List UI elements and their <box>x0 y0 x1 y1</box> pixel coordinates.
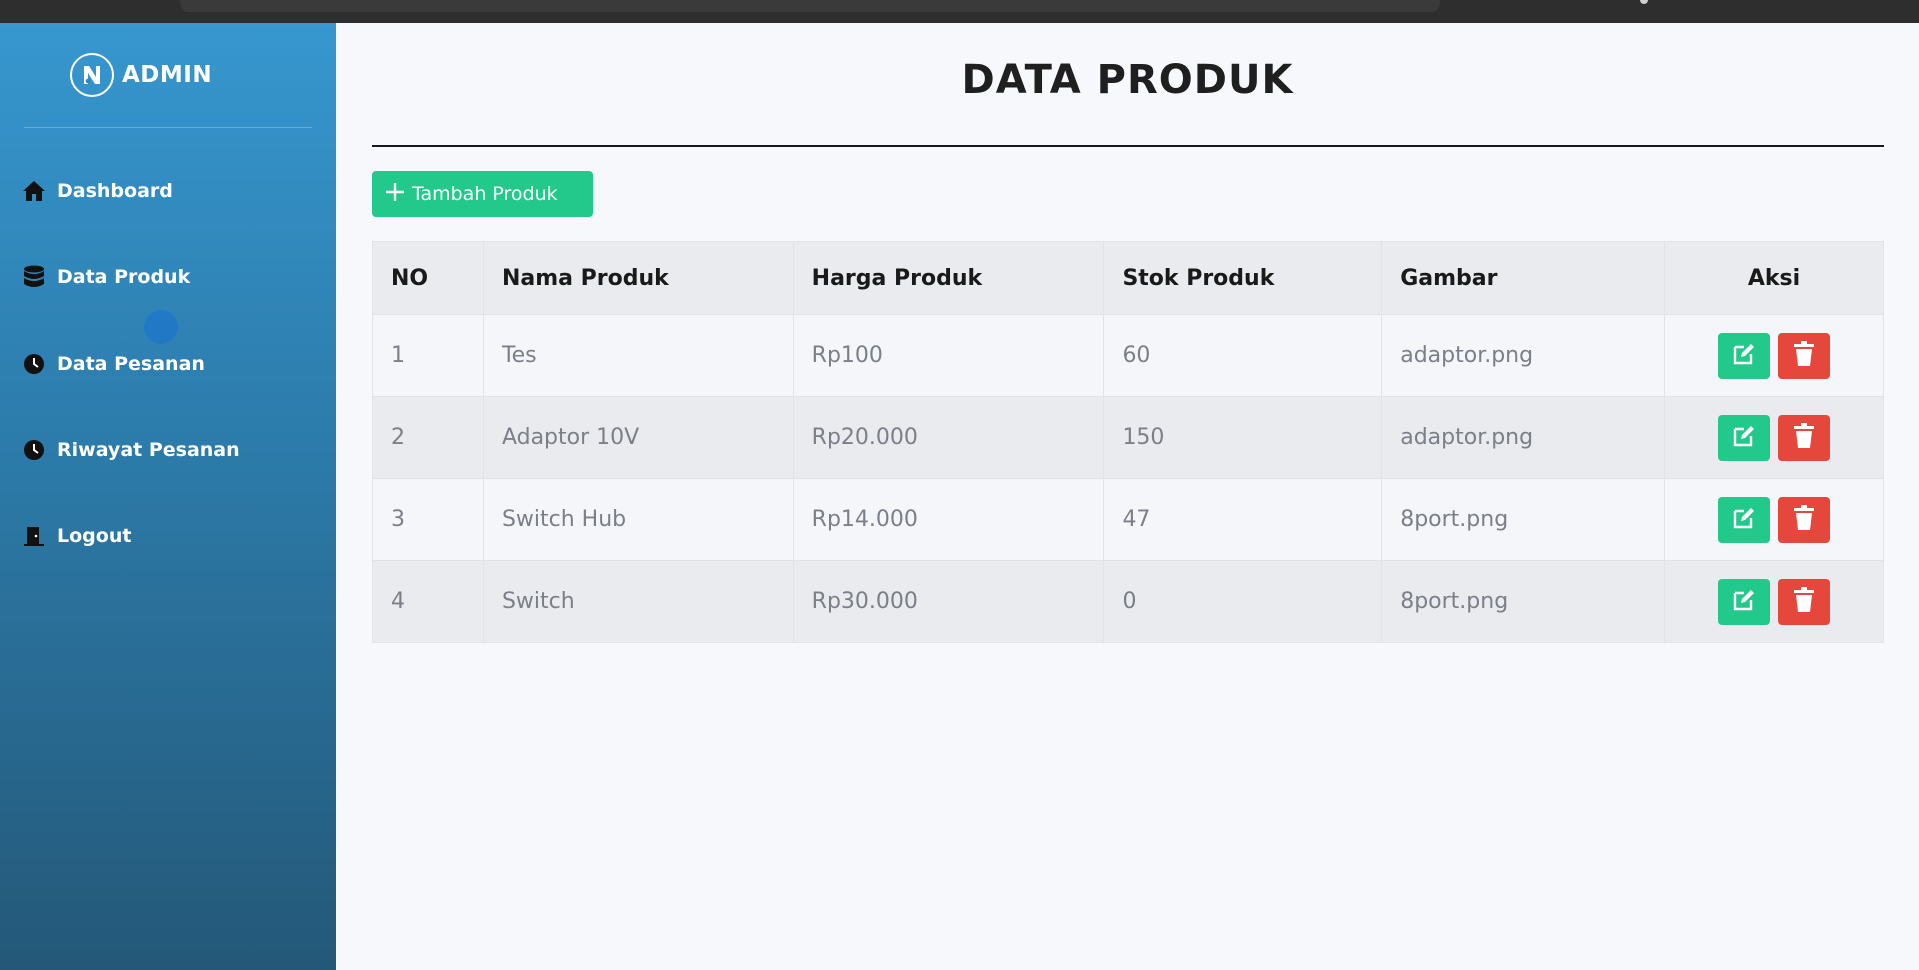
cell-nama-produk: Tes <box>482 314 794 397</box>
table-row: 4 Switch Rp30.000 0 8port.png <box>372 560 1884 643</box>
trash-icon <box>1793 341 1815 370</box>
cell-aksi <box>1664 478 1884 561</box>
sidebar-item-dashboard[interactable]: Dashboard <box>22 173 322 209</box>
edit-icon <box>1731 341 1757 370</box>
cell-nama-produk: Switch Hub <box>482 478 794 561</box>
cell-gambar: 8port.png <box>1381 560 1666 643</box>
sidebar-item-data-pesanan[interactable]: Data Pesanan <box>22 346 322 382</box>
brand[interactable]: ADMIN <box>70 52 212 98</box>
sidebar-item-logout[interactable]: Logout <box>22 518 322 554</box>
edit-icon <box>1731 587 1757 616</box>
edit-button[interactable] <box>1718 332 1771 379</box>
title-divider <box>372 145 1884 147</box>
browser-top-bar <box>0 0 1919 23</box>
sidebar-divider <box>24 127 312 128</box>
table-row: 3 Switch Hub Rp14.000 47 8port.png <box>372 478 1884 561</box>
cell-gambar: adaptor.png <box>1381 396 1666 479</box>
sidebar-item-label: Logout <box>57 525 132 547</box>
products-table: NO Nama Produk Harga Produk Stok Produk … <box>372 241 1884 643</box>
column-header-gambar: Gambar <box>1381 241 1666 315</box>
delete-button[interactable] <box>1778 578 1831 625</box>
delete-button[interactable] <box>1778 414 1831 461</box>
home-icon <box>22 179 46 203</box>
trash-icon <box>1793 505 1815 534</box>
add-product-button[interactable]: Tambah Produk <box>372 171 593 217</box>
sidebar-item-label: Data Produk <box>57 266 191 288</box>
delete-button[interactable] <box>1778 332 1831 379</box>
cell-stok-produk: 60 <box>1103 314 1383 397</box>
table-header-row: NO Nama Produk Harga Produk Stok Produk … <box>372 241 1884 315</box>
brand-title: ADMIN <box>122 62 213 88</box>
cell-harga-produk: Rp100 <box>792 314 1105 397</box>
plus-icon <box>384 181 406 208</box>
page-title: DATA PRODUK <box>961 57 1294 103</box>
toolbar-indicator <box>1640 0 1648 4</box>
clock-icon <box>22 352 46 376</box>
address-bar[interactable] <box>180 0 1440 12</box>
trash-icon <box>1793 423 1815 452</box>
delete-button[interactable] <box>1778 496 1831 543</box>
database-icon <box>22 265 46 289</box>
sidebar-item-label: Dashboard <box>57 180 173 202</box>
edit-button[interactable] <box>1718 578 1771 625</box>
cell-aksi <box>1664 314 1884 397</box>
cursor-click-indicator <box>144 310 178 344</box>
trash-icon <box>1793 587 1815 616</box>
cell-aksi <box>1664 396 1884 479</box>
cell-no: 3 <box>372 478 484 561</box>
sidebar-item-label: Data Pesanan <box>57 353 205 375</box>
sidebar-item-label: Riwayat Pesanan <box>57 439 240 461</box>
cell-harga-produk: Rp14.000 <box>792 478 1105 561</box>
sidebar: ADMIN Dashboard Data Produk Data Pesanan… <box>0 23 336 970</box>
column-header-harga-produk: Harga Produk <box>792 241 1105 315</box>
table-row: 2 Adaptor 10V Rp20.000 150 adaptor.png <box>372 396 1884 479</box>
add-product-label: Tambah Produk <box>412 183 558 205</box>
table-row: 1 Tes Rp100 60 adaptor.png <box>372 314 1884 397</box>
cell-harga-produk: Rp30.000 <box>792 560 1105 643</box>
column-header-aksi: Aksi <box>1664 241 1884 315</box>
edit-icon <box>1731 505 1757 534</box>
cell-harga-produk: Rp20.000 <box>792 396 1105 479</box>
sidebar-item-data-produk[interactable]: Data Produk <box>22 259 322 295</box>
cell-aksi <box>1664 560 1884 643</box>
edit-icon <box>1731 423 1757 452</box>
edit-button[interactable] <box>1718 496 1771 543</box>
column-header-no: NO <box>372 241 484 315</box>
cell-stok-produk: 0 <box>1103 560 1383 643</box>
column-header-nama-produk: Nama Produk <box>482 241 794 315</box>
cell-nama-produk: Adaptor 10V <box>482 396 794 479</box>
cell-no: 2 <box>372 396 484 479</box>
column-header-stok-produk: Stok Produk <box>1103 241 1383 315</box>
cell-no: 1 <box>372 314 484 397</box>
cell-stok-produk: 150 <box>1103 396 1383 479</box>
cell-stok-produk: 47 <box>1103 478 1383 561</box>
door-exit-icon <box>22 524 46 548</box>
cell-nama-produk: Switch <box>482 560 794 643</box>
main-content: DATA PRODUK Tambah Produk NO Nama Produk… <box>336 23 1919 970</box>
edit-button[interactable] <box>1718 414 1771 461</box>
clock-icon <box>22 438 46 462</box>
cell-gambar: 8port.png <box>1381 478 1666 561</box>
cell-gambar: adaptor.png <box>1381 314 1666 397</box>
cell-no: 4 <box>372 560 484 643</box>
logo-icon <box>70 53 114 97</box>
sidebar-item-riwayat-pesanan[interactable]: Riwayat Pesanan <box>22 432 322 468</box>
